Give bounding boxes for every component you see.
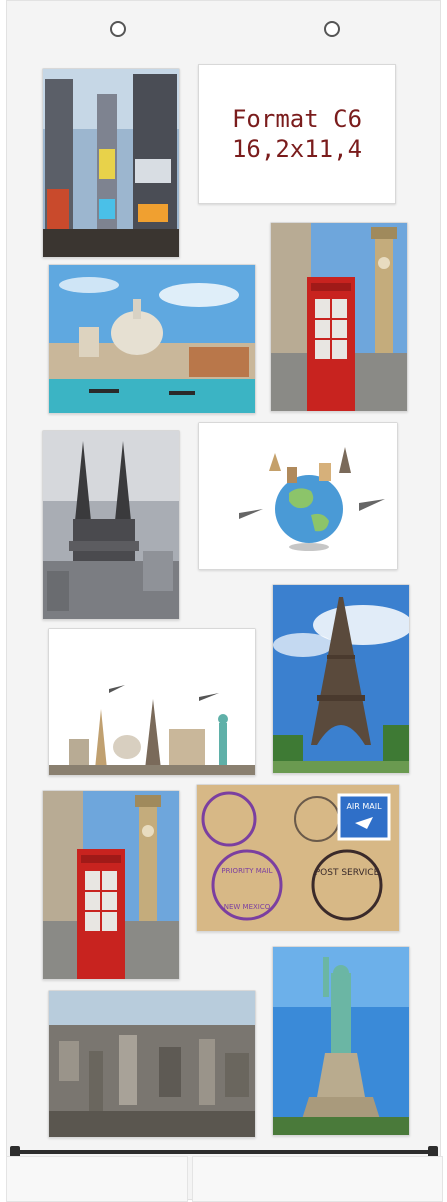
cologne-cathedral-photo	[42, 430, 180, 620]
eiffel-tower-photo	[272, 584, 410, 774]
bottom-hanging-rod	[14, 1150, 434, 1154]
world-landmarks-illustration	[48, 628, 256, 776]
priority-mail-stamp-text: PRIORITY MAIL	[221, 867, 272, 875]
london-phone-box-photo	[270, 222, 408, 412]
statue-of-liberty-photo	[272, 946, 410, 1136]
city-aerial-photo	[48, 990, 256, 1138]
new-mexico-stamp-text: NEW MEXICO	[224, 903, 271, 911]
london-phone-box-photo-2	[42, 790, 180, 980]
format-label-line2: 16,2x11,4	[231, 135, 363, 163]
lower-pocket-left	[6, 1156, 188, 1202]
hanging-grommet-right	[324, 21, 340, 37]
air-mail-stamp-text: AIR MAIL	[346, 802, 382, 811]
venice-photo	[48, 264, 256, 414]
lower-pocket-right	[192, 1156, 443, 1202]
post-service-stamp-text: POST SERVICE	[315, 868, 380, 878]
format-label-card: Format C6 16,2x11,4	[198, 64, 396, 204]
times-square-photo	[42, 68, 180, 258]
postage-stamps-photo: AIR MAIL POST SERVICE PRIORITY MAIL NEW …	[196, 784, 400, 932]
travel-globe-illustration	[198, 422, 398, 570]
format-label-line1: Format C6	[231, 105, 363, 133]
hanging-grommet-left	[110, 21, 126, 37]
